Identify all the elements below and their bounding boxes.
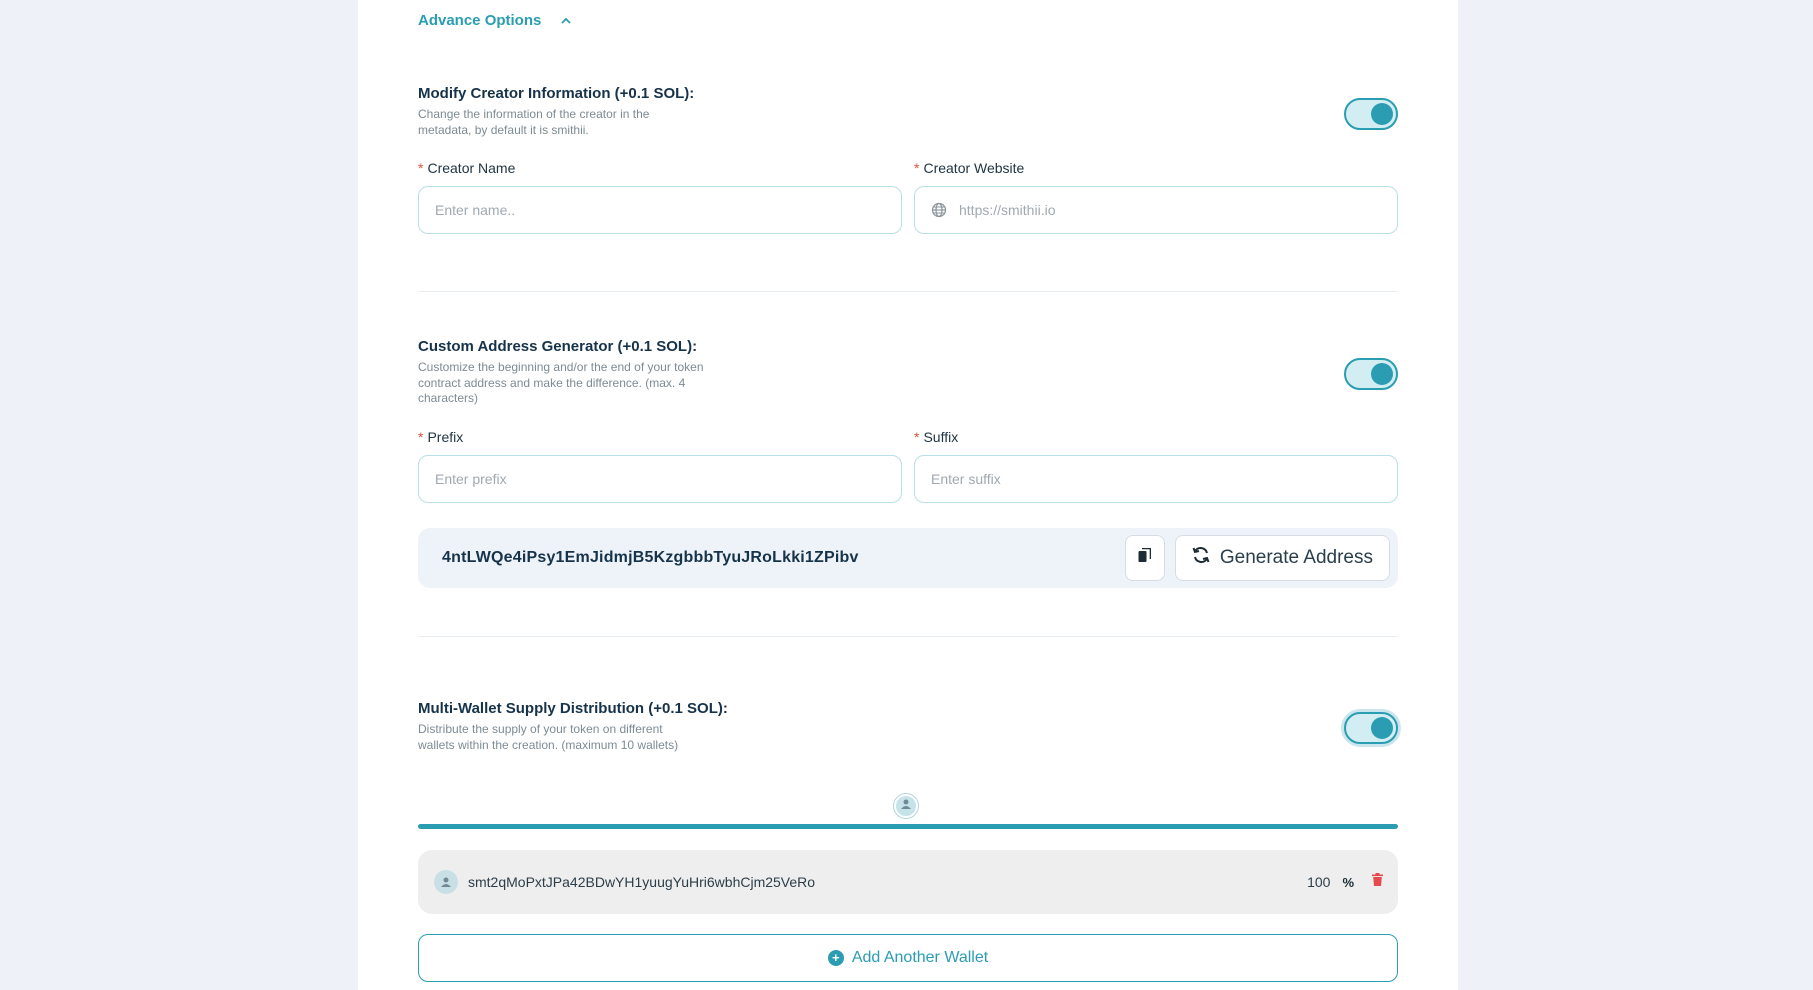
wallet-avatar-icon [899, 797, 913, 816]
creator-name-label-text: Creator Name [427, 160, 516, 176]
section-divider [418, 636, 1398, 637]
trash-icon [1371, 873, 1383, 891]
custom-address-section: Custom Address Generator (+0.1 SOL): Cus… [418, 338, 1398, 407]
creator-title: Modify Creator Information (+0.1 SOL): [418, 85, 695, 102]
prefix-label-text: Prefix [427, 429, 464, 445]
creator-name-input[interactable]: Enter name.. [418, 186, 902, 234]
custom-address-title: Custom Address Generator (+0.1 SOL): [418, 338, 698, 355]
suffix-label-text: Suffix [923, 429, 959, 445]
toggle-knob [1371, 103, 1393, 125]
creator-toggle[interactable] [1344, 98, 1398, 130]
creator-section: Modify Creator Information (+0.1 SOL): C… [418, 85, 1398, 138]
plus-circle-icon: + [827, 950, 844, 966]
multi-wallet-title: Multi-Wallet Supply Distribution (+0.1 S… [418, 700, 728, 717]
suffix-label: * Suffix [914, 429, 1398, 445]
toggle-knob [1371, 363, 1393, 385]
distribution-slider-handle[interactable] [894, 794, 918, 818]
delete-wallet-button[interactable] [1370, 873, 1384, 891]
prefix-placeholder: Enter prefix [435, 471, 507, 487]
custom-address-toggle[interactable] [1344, 358, 1398, 390]
wallet-percent-input[interactable]: 100 [1307, 874, 1330, 890]
suffix-input[interactable]: Enter suffix [914, 455, 1398, 503]
creator-website-label: * Creator Website [914, 160, 1398, 176]
creator-name-placeholder: Enter name.. [435, 202, 516, 218]
creator-website-label-text: Creator Website [923, 160, 1025, 176]
section-divider [418, 291, 1398, 292]
advance-options-label: Advance Options [418, 12, 542, 29]
multi-wallet-description: Distribute the supply of your token on d… [418, 722, 1398, 753]
refresh-icon [1192, 546, 1220, 570]
creator-description: Change the information of the creator in… [418, 107, 1398, 138]
creator-desc-line: Change the information of the creator in… [418, 107, 650, 121]
wallet-avatar [434, 870, 458, 894]
prefix-input[interactable]: Enter prefix [418, 455, 902, 503]
creator-website-input[interactable]: https://smithii.io [914, 186, 1398, 234]
required-marker: * [914, 429, 920, 445]
multi-wallet-desc-line: Distribute the supply of your token on d… [418, 722, 663, 736]
custom-address-description: Customize the beginning and/or the end o… [418, 360, 1398, 407]
generate-address-label: Generate Address [1219, 547, 1373, 568]
custom-address-desc-line: contract address and make the difference… [418, 375, 686, 390]
copy-icon [1138, 547, 1152, 568]
add-wallet-button[interactable]: + Add Another Wallet [418, 934, 1398, 982]
globe-icon [931, 202, 947, 218]
distribution-slider-track[interactable] [418, 824, 1398, 829]
add-wallet-label: Add Another Wallet [851, 949, 989, 966]
wallet-address: smt2qMoPxtJPa42BDwYH1yuugYuHri6wbhCjm25V… [468, 874, 816, 890]
copy-address-button[interactable] [1124, 535, 1165, 581]
custom-address-desc-line: characters) [418, 391, 479, 405]
advance-options-toggle[interactable]: Advance Options [418, 12, 571, 29]
suffix-placeholder: Enter suffix [931, 471, 1001, 487]
toggle-knob [1371, 717, 1393, 739]
generated-address: 4ntLWQe4iPsy1EmJidmjB5KzgbbbTyuJRoLkki1Z… [442, 549, 859, 566]
creator-desc-line: metadata, by default it is smithii. [418, 122, 589, 137]
generated-address-box: 4ntLWQe4iPsy1EmJidmjB5KzgbbbTyuJRoLkki1Z… [418, 528, 1398, 588]
prefix-label: * Prefix [418, 429, 902, 445]
custom-address-desc-line: Customize the beginning and/or the end o… [418, 360, 704, 374]
required-marker: * [418, 160, 424, 176]
creator-name-label: * Creator Name [418, 160, 902, 176]
wallet-row: smt2qMoPxtJPa42BDwYH1yuugYuHri6wbhCjm25V… [418, 850, 1398, 914]
form-card: Advance Options Modify Creator Informati… [358, 0, 1458, 990]
multi-wallet-toggle[interactable] [1344, 712, 1398, 744]
creator-website-placeholder: https://smithii.io [959, 202, 1056, 218]
percent-icon: % [1342, 874, 1354, 890]
multi-wallet-desc-line: wallets within the creation. (maximum 10… [418, 737, 679, 752]
generate-address-button[interactable]: Generate Address [1174, 535, 1390, 581]
multi-wallet-section: Multi-Wallet Supply Distribution (+0.1 S… [418, 700, 1398, 753]
required-marker: * [418, 429, 424, 445]
chevron-up-icon [561, 16, 571, 26]
required-marker: * [914, 160, 920, 176]
